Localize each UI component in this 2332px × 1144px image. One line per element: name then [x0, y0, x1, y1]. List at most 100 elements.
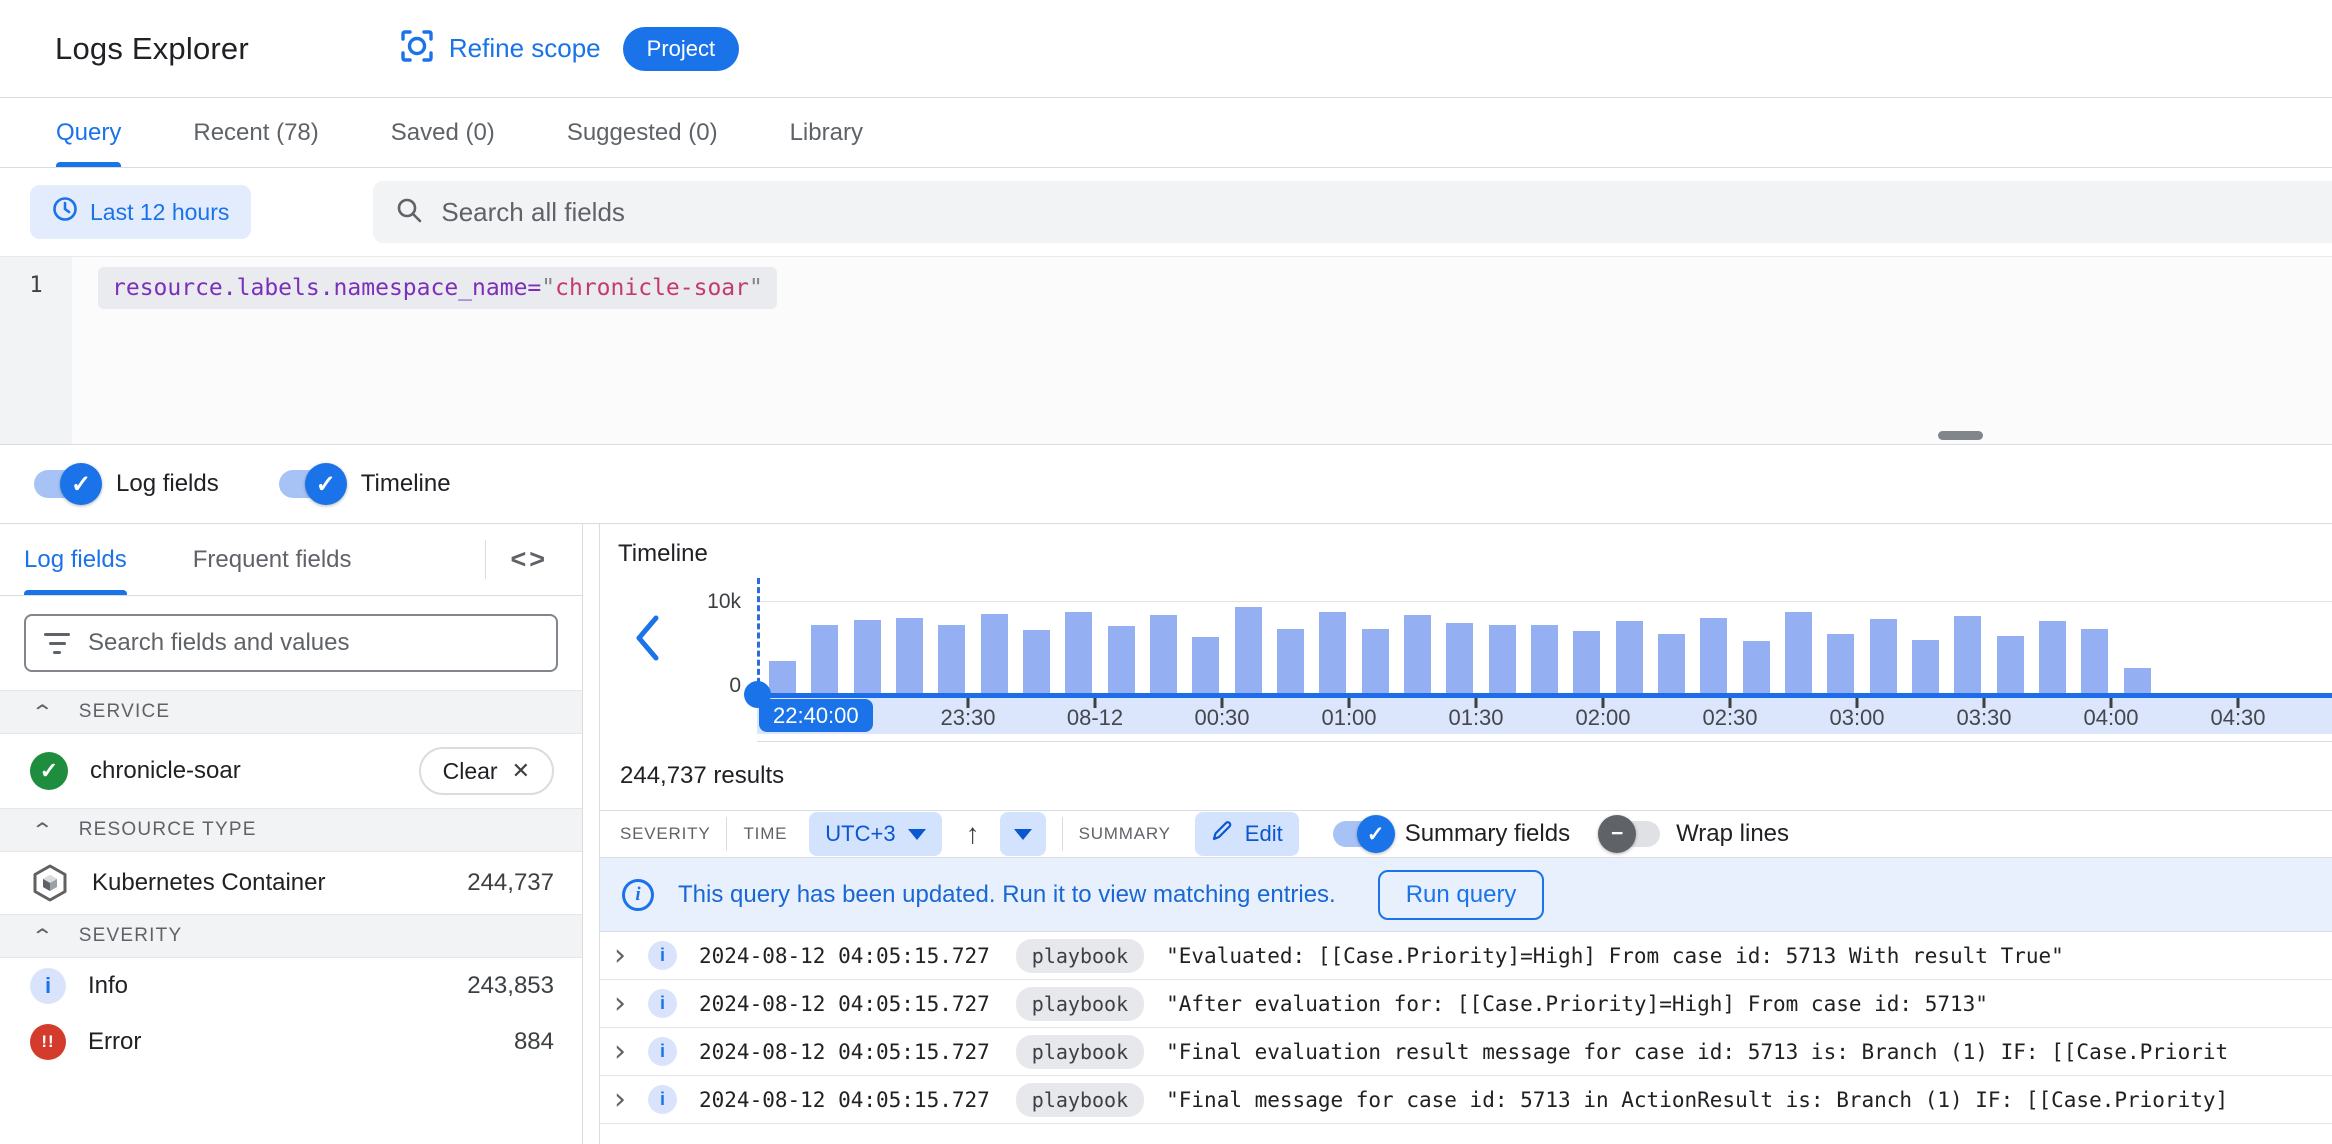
- query-code-line[interactable]: resource.labels.namespace_name="chronicl…: [98, 267, 777, 309]
- fields-search-input[interactable]: [88, 629, 468, 657]
- tab-recent[interactable]: Recent (78): [193, 98, 318, 167]
- tab-log-fields[interactable]: Log fields: [24, 524, 127, 595]
- timeline-bar[interactable]: [1022, 630, 1050, 693]
- wrap-lines-toggle-group: − Wrap lines: [1598, 815, 1789, 853]
- selection-start-pill[interactable]: 22:40:00: [759, 699, 873, 732]
- run-query-button[interactable]: Run query: [1377, 869, 1545, 920]
- search-icon: [395, 196, 423, 229]
- section-severity[interactable]: ⌃ SEVERITY: [0, 914, 582, 958]
- timeline-bar[interactable]: [1361, 629, 1389, 693]
- tab-query[interactable]: Query: [56, 98, 122, 167]
- timeline-bar[interactable]: [1107, 626, 1135, 693]
- section-resource-type[interactable]: ⌃ RESOURCE TYPE: [0, 808, 582, 852]
- timeline-bar[interactable]: [1192, 637, 1220, 693]
- timeline-bar[interactable]: [853, 620, 881, 693]
- section-service[interactable]: ⌃ SERVICE: [0, 690, 582, 734]
- timeline-bar[interactable]: [1403, 615, 1431, 693]
- timeline-axis-band[interactable]: 22:40:00 23:30 08-12 00:30 01:00 01:30 02:00 0…: [757, 698, 2332, 734]
- summary-fields-toggle[interactable]: ✓: [1332, 815, 1395, 853]
- editor-code-area[interactable]: resource.labels.namespace_name="chronicl…: [72, 257, 777, 444]
- log-message: "Final message for case id: 5713 in Acti…: [1166, 1087, 2229, 1112]
- service-item-label: chronicle-soar: [90, 757, 241, 784]
- chevron-left-icon[interactable]: [634, 614, 660, 667]
- timeline-bar[interactable]: [811, 625, 839, 693]
- clear-filter-button[interactable]: Clear ✕: [418, 747, 554, 795]
- refine-scope-label: Refine scope: [448, 33, 601, 63]
- log-entry-row[interactable]: › i 2024-08-12 04:05:15.727 playbook "Af…: [600, 980, 2332, 1028]
- timeline-bar[interactable]: [895, 618, 923, 693]
- timeline-bar[interactable]: [2038, 621, 2066, 693]
- log-container-chip: playbook: [1015, 938, 1145, 973]
- timeline-bar[interactable]: [1573, 631, 1601, 693]
- timeline-bar[interactable]: [1446, 623, 1474, 693]
- resource-item-row[interactable]: Kubernetes Container 244,737: [0, 852, 582, 914]
- wrap-lines-toggle[interactable]: −: [1598, 815, 1661, 853]
- timeline-bar[interactable]: [1911, 640, 1939, 693]
- service-item-row[interactable]: ✓ chronicle-soar Clear ✕: [0, 734, 582, 808]
- section-resource-label: RESOURCE TYPE: [78, 819, 257, 840]
- log-entry-row[interactable]: › i 2024-08-12 04:05:15.727 playbook "Fi…: [600, 1028, 2332, 1076]
- editor-resize-handle[interactable]: [1938, 431, 1983, 440]
- timeline-bar[interactable]: [1319, 612, 1347, 693]
- log-entry-row[interactable]: › i 2024-08-12 04:05:15.727 playbook "Ev…: [600, 932, 2332, 980]
- time-options-dropdown[interactable]: [999, 812, 1046, 856]
- close-icon: ✕: [511, 758, 530, 783]
- timeline-bar[interactable]: [1488, 625, 1516, 693]
- fields-search-box[interactable]: [24, 614, 558, 672]
- tab-saved[interactable]: Saved (0): [391, 98, 495, 167]
- severity-info-count: 243,853: [467, 972, 554, 999]
- selection-handle-dot[interactable]: [744, 681, 771, 708]
- severity-info-row[interactable]: i Info 243,853: [0, 958, 582, 1014]
- timeline-bar[interactable]: [1954, 616, 1982, 693]
- expand-chevron-icon[interactable]: ›: [614, 1082, 648, 1117]
- tab-library[interactable]: Library: [790, 98, 863, 167]
- timeline-bar[interactable]: [2081, 629, 2109, 693]
- timeline-bar[interactable]: [1700, 618, 1728, 693]
- timeline-bar[interactable]: [769, 661, 796, 693]
- timeline-bar[interactable]: [1657, 634, 1685, 693]
- sort-ascending-icon[interactable]: ↑: [966, 818, 980, 850]
- log-fields-toggle-group: ✓ Log fields: [34, 463, 219, 505]
- code-brackets-icon[interactable]: <>: [486, 524, 562, 595]
- project-scope-badge[interactable]: Project: [622, 26, 740, 71]
- refine-scope-button[interactable]: Refine scope: [399, 28, 601, 69]
- timeline-bar[interactable]: [980, 614, 1008, 693]
- axis-tick-label: 01:30: [1448, 705, 1504, 730]
- search-input[interactable]: [441, 196, 1042, 228]
- timeline-bar[interactable]: [1784, 612, 1812, 693]
- timezone-dropdown[interactable]: UTC+3: [809, 812, 942, 856]
- timeline-bar[interactable]: [2123, 668, 2151, 693]
- refine-scope-icon: [399, 28, 435, 69]
- timeline-bar[interactable]: [1869, 619, 1897, 693]
- timeline-bar[interactable]: [1996, 636, 2024, 693]
- timeline-bar[interactable]: [1065, 612, 1093, 693]
- log-fields-toggle[interactable]: ✓: [34, 463, 102, 505]
- timeline-bar[interactable]: [1827, 634, 1855, 693]
- search-all-fields[interactable]: [373, 181, 2332, 243]
- expand-chevron-icon[interactable]: ›: [614, 986, 648, 1021]
- severity-error-row[interactable]: !! Error 884: [0, 1014, 582, 1070]
- editor-line-number: 1: [0, 257, 72, 444]
- timeline-bar[interactable]: [938, 625, 966, 693]
- timeline-toggle[interactable]: ✓: [278, 463, 347, 505]
- log-entry-row[interactable]: › i 2024-08-12 04:05:15.727 playbook "Fi…: [600, 1076, 2332, 1124]
- results-panel: Timeline 10k 0 22:40:00 23:30 08-12 00:3…: [599, 524, 2332, 1144]
- timeline-bar[interactable]: [1530, 625, 1558, 693]
- timeline-bar[interactable]: [1742, 641, 1770, 693]
- timeline-bar[interactable]: [1149, 615, 1177, 693]
- timeline-bar[interactable]: [1615, 621, 1643, 693]
- timeline-toggle-label: Timeline: [360, 470, 451, 497]
- timeline-plot-area: 22:40:00 23:30 08-12 00:30 01:00 01:30 02:00 0…: [744, 578, 2332, 742]
- tab-suggested[interactable]: Suggested (0): [567, 98, 718, 167]
- time-range-button[interactable]: Last 12 hours: [30, 185, 252, 239]
- edit-summary-button[interactable]: Edit: [1194, 812, 1299, 856]
- timeline-bar[interactable]: [1276, 629, 1304, 693]
- expand-chevron-icon[interactable]: ›: [614, 938, 648, 973]
- panel-resize-gutter[interactable]: [583, 524, 599, 1144]
- column-time: TIME: [743, 824, 788, 843]
- timeline-section: Timeline 10k 0 22:40:00 23:30 08-12 00:3…: [600, 524, 2332, 742]
- expand-chevron-icon[interactable]: ›: [614, 1034, 648, 1069]
- tab-frequent-fields[interactable]: Frequent fields: [193, 524, 352, 595]
- timeline-bar[interactable]: [1234, 607, 1262, 693]
- query-editor[interactable]: 1 resource.labels.namespace_name="chroni…: [0, 256, 2332, 444]
